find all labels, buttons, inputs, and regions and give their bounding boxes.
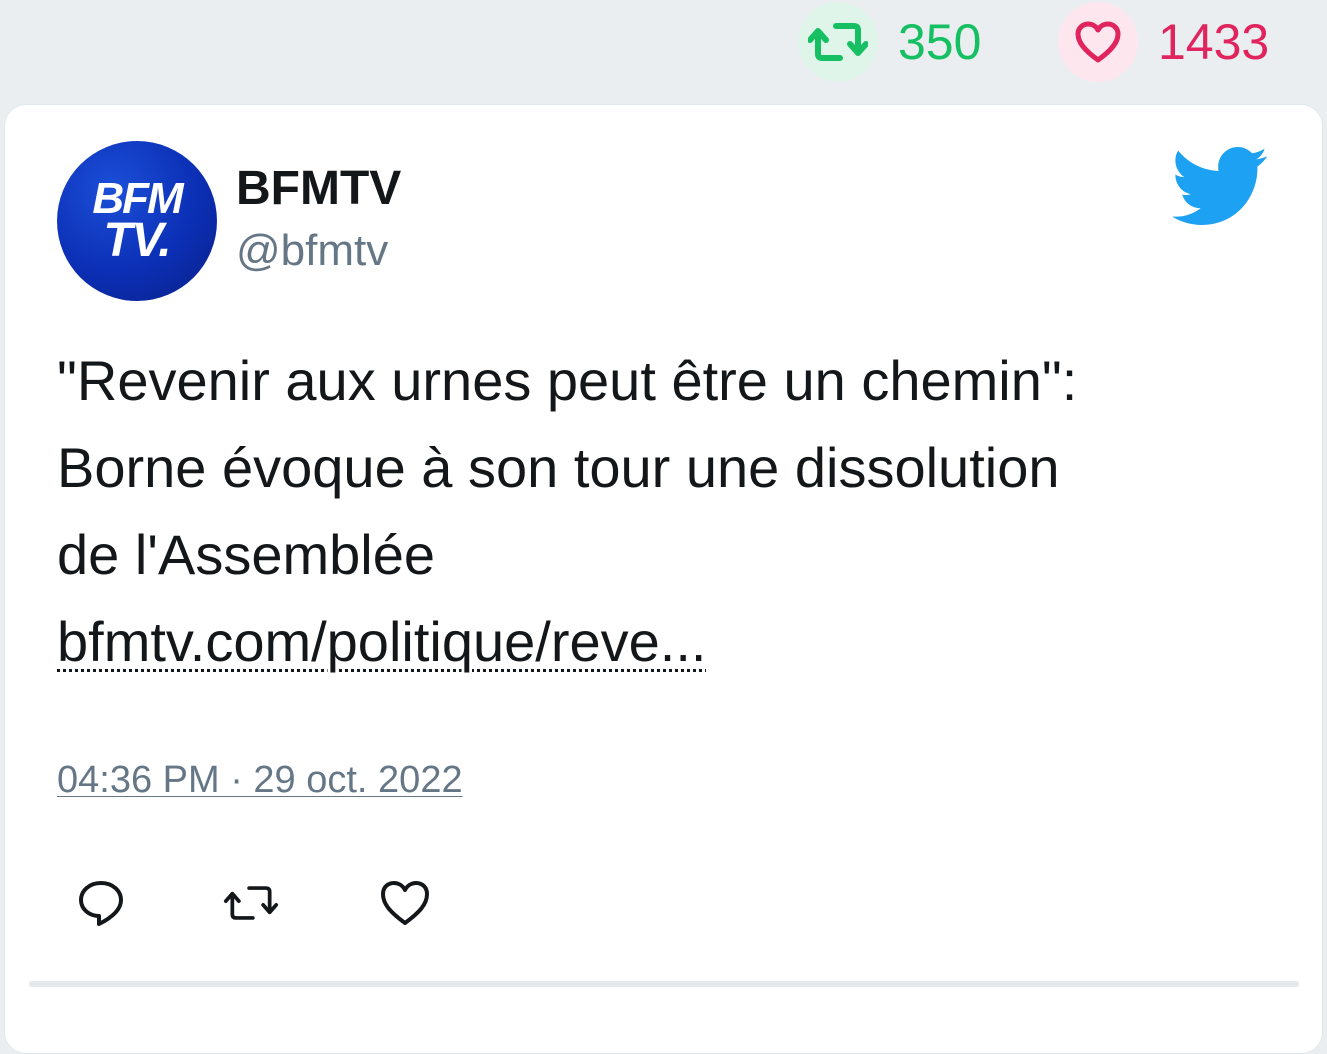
tweet-text-line: Borne évoque à son tour une dissolution (57, 436, 1060, 499)
reply-button[interactable] (73, 875, 129, 931)
retweet-button[interactable] (223, 875, 279, 931)
tweet-card: BFM TV. BFMTV @bfmtv "Revenir aux urnes … (4, 104, 1323, 1054)
like-count: 1433 (1158, 14, 1270, 70)
tweet-text-line: "Revenir aux urnes peut être un chemin": (57, 349, 1078, 412)
like-stat-icon-circle (1058, 2, 1138, 82)
retweet-stat[interactable]: 350 (798, 0, 981, 84)
author-name[interactable]: BFMTV (236, 165, 401, 213)
avatar-logo-line2: TV. (103, 214, 171, 267)
engagement-stats: 350 1433 (0, 0, 1327, 100)
retweet-icon (223, 886, 279, 920)
tweet-timestamp[interactable]: 04:36 PM · 29 oct. 2022 (57, 759, 463, 802)
retweet-stat-icon-circle (798, 2, 878, 82)
author-handle[interactable]: @bfmtv (236, 229, 388, 273)
twitter-bird-icon[interactable] (1173, 147, 1269, 227)
reply-icon (79, 881, 123, 926)
avatar[interactable]: BFM TV. (57, 141, 217, 301)
tweet-actions (5, 875, 1322, 935)
divider (29, 981, 1299, 987)
heart-icon (1075, 21, 1121, 63)
like-button[interactable] (377, 875, 433, 931)
tweet-text: "Revenir aux urnes peut être un chemin":… (57, 337, 1297, 685)
retweet-icon (808, 23, 868, 61)
like-stat[interactable]: 1433 (1058, 0, 1269, 84)
heart-icon (381, 881, 429, 925)
retweet-count: 350 (898, 14, 982, 70)
tweet-text-line: de l'Assemblée (57, 523, 435, 586)
avatar-logo-line1: BFM (92, 174, 183, 223)
tweet-link[interactable]: bfmtv.com/politique/reve... (57, 610, 706, 673)
